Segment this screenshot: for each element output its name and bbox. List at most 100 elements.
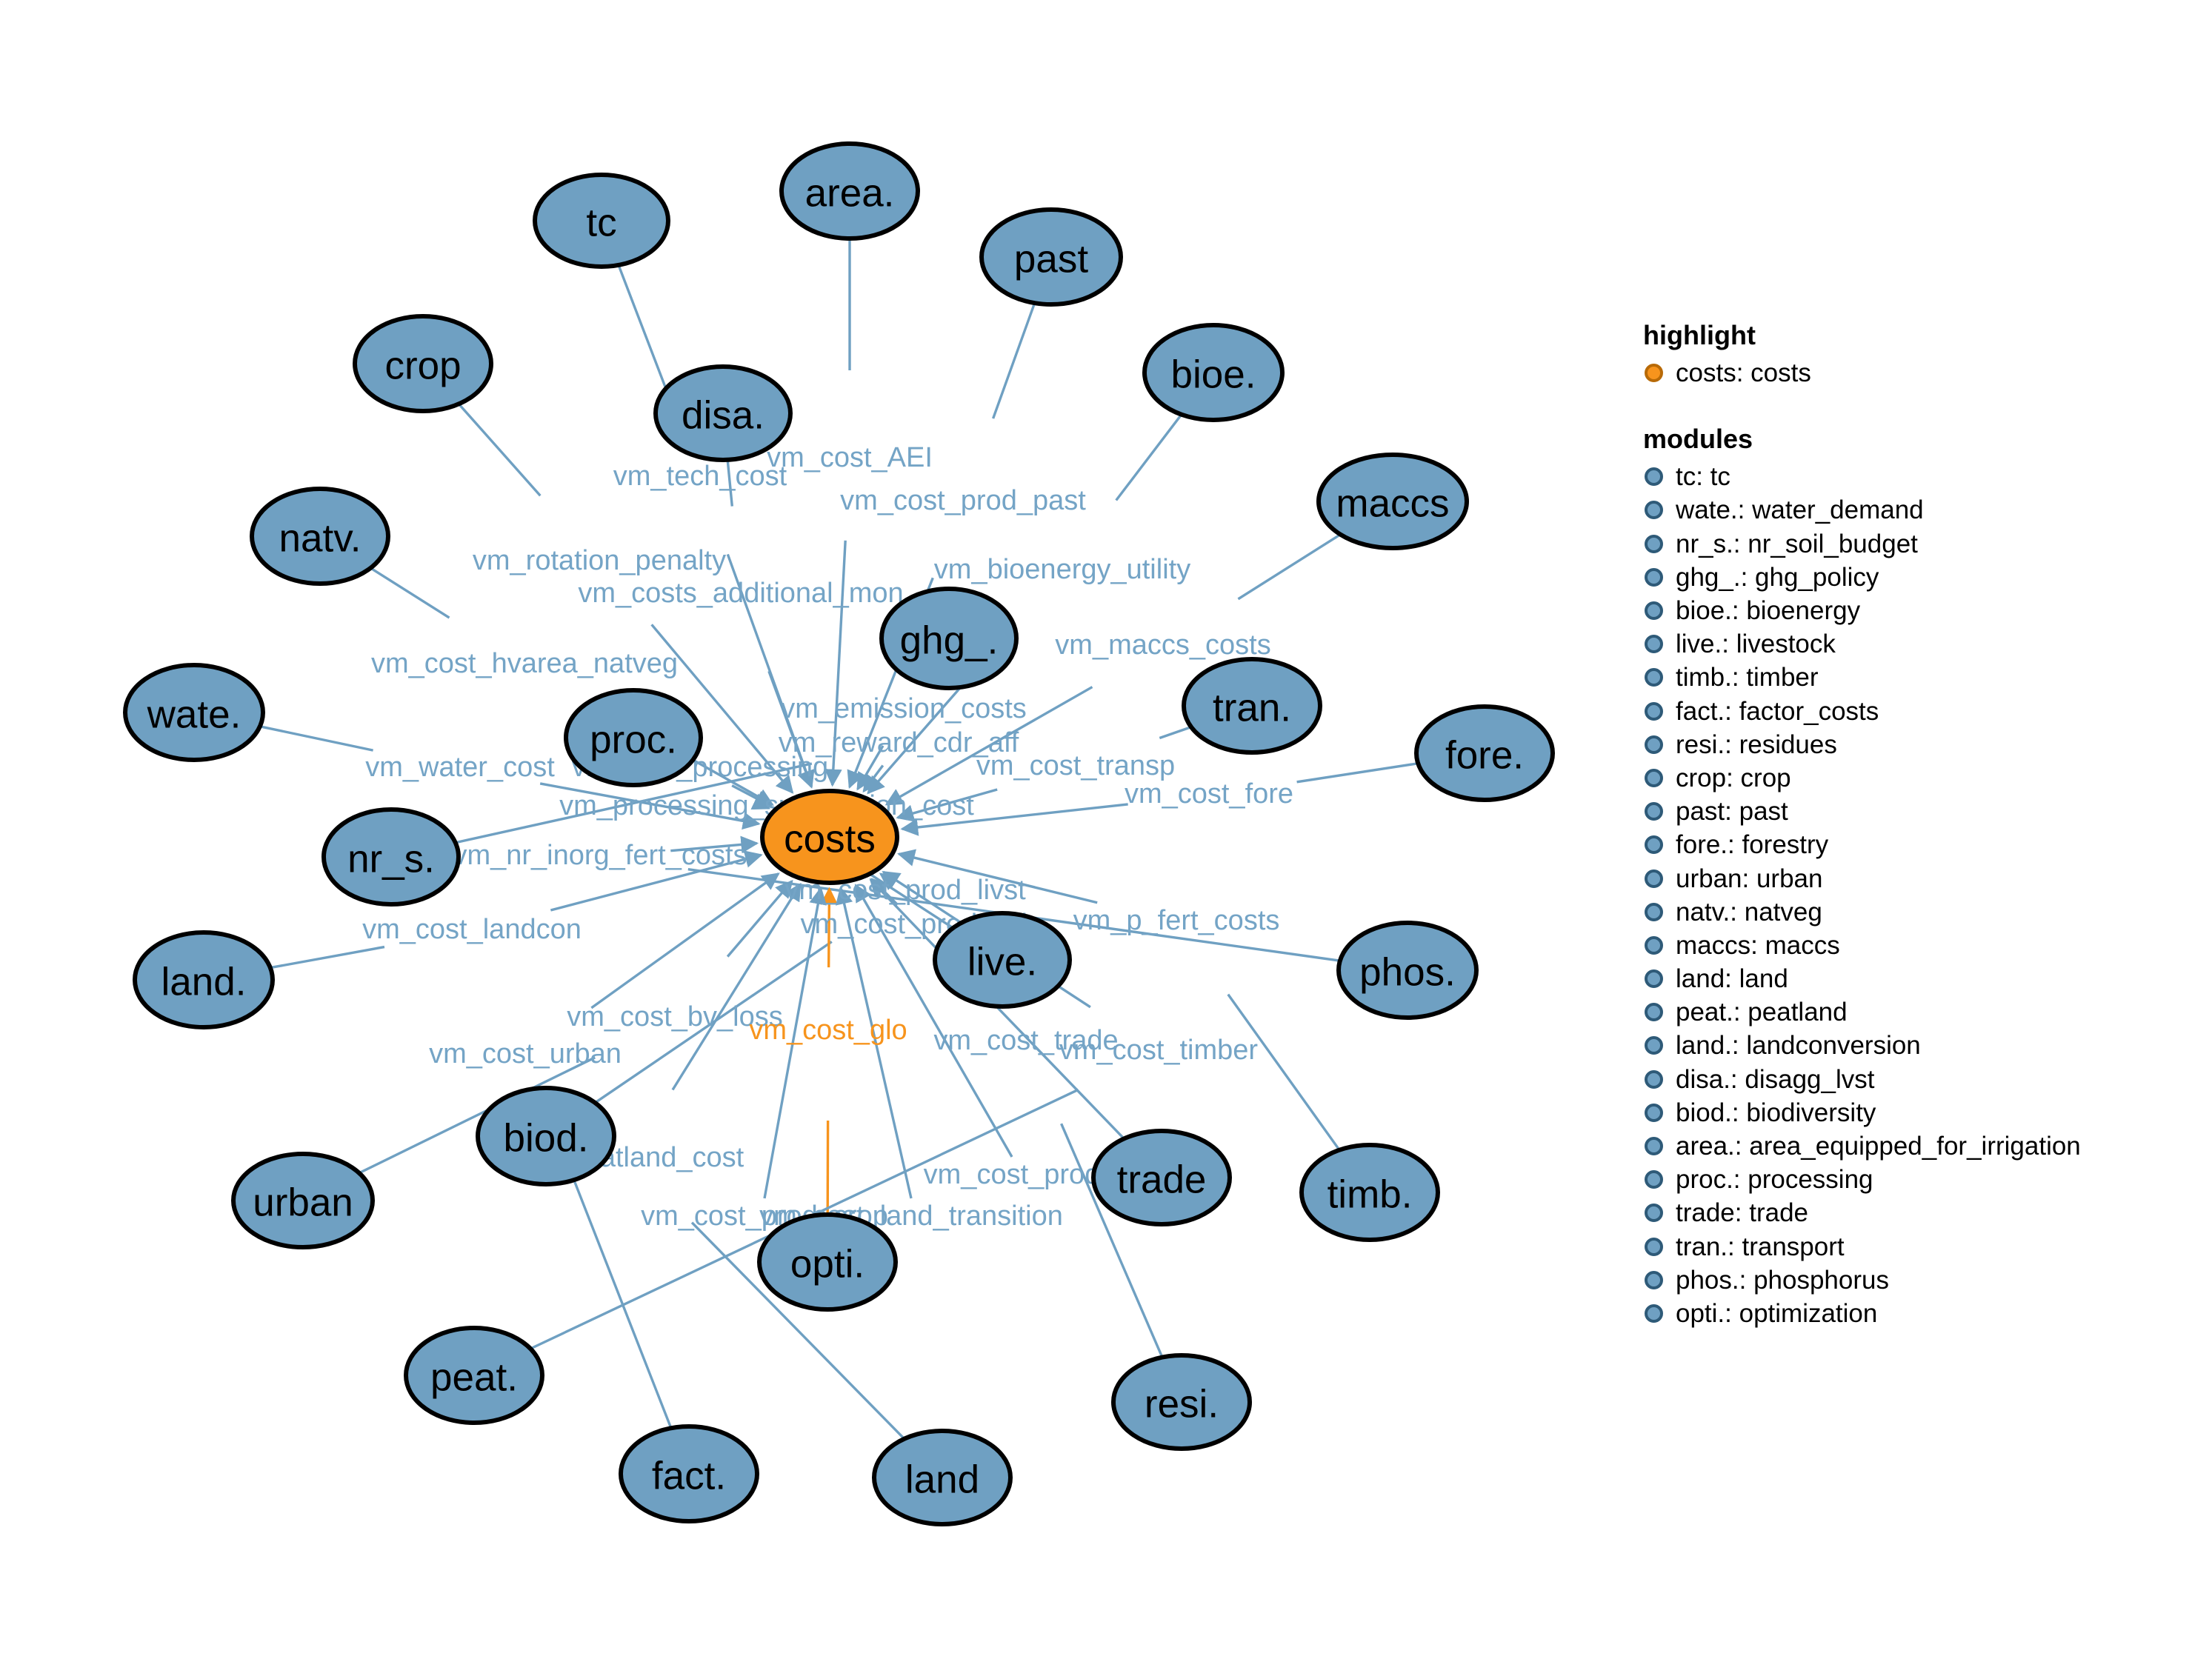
edge-label-vm_p_fert_costs: vm_p_fert_costs [1073, 905, 1280, 936]
legend-item[interactable]: ghg_.: ghg_policy [1643, 561, 2176, 594]
node-tran[interactable]: tran. [1182, 657, 1322, 755]
node-timb[interactable]: timb. [1299, 1143, 1440, 1242]
edge-segment-wate [259, 725, 373, 752]
legend-item-label: urban: urban [1676, 864, 1823, 893]
node-maccs[interactable]: maccs [1316, 453, 1469, 550]
legend-color-dot-icon [1645, 835, 1663, 855]
legend-item[interactable]: live.: livestock [1643, 627, 2176, 661]
node-fact[interactable]: fact. [619, 1424, 759, 1523]
node-trade[interactable]: trade [1091, 1129, 1232, 1226]
legend-item-label: past: past [1676, 797, 1788, 827]
legend-item[interactable]: tc: tc [1643, 460, 2176, 493]
legend-item[interactable]: crop: crop [1643, 761, 2176, 795]
legend-item[interactable]: trade: trade [1643, 1196, 2176, 1229]
edge-label-vm_cost_prod: vm_cost_prod [924, 1159, 1101, 1190]
legend-item-label: timb.: timber [1676, 663, 1819, 692]
node-natv[interactable]: natv. [250, 487, 390, 586]
legend-item[interactable]: costs: costs [1643, 356, 2176, 390]
legend-color-dot-icon [1645, 735, 1663, 754]
legend-item[interactable]: peat.: peatland [1643, 995, 2176, 1029]
edge-segment-tran [1159, 725, 1192, 740]
node-tc[interactable]: tc [533, 173, 670, 269]
node-label-resi: resi. [1145, 1383, 1219, 1426]
edge-arrow-urban [726, 879, 793, 958]
node-nr_s[interactable]: nr_s. [322, 807, 461, 907]
legend-item[interactable]: opti.: optimization [1643, 1297, 2176, 1330]
legend-color-dot-icon [1645, 869, 1663, 888]
node-label-urban: urban [253, 1181, 353, 1225]
legend-item[interactable]: nr_s.: nr_soil_budget [1643, 527, 2176, 561]
node-proc[interactable]: proc. [564, 688, 703, 787]
node-opti[interactable]: opti. [757, 1212, 898, 1312]
node-area[interactable]: area. [779, 141, 920, 241]
legend-item[interactable]: biod.: biodiversity [1643, 1096, 2176, 1129]
legend-item[interactable]: disa.: disagg_lvst [1643, 1063, 2176, 1096]
node-ghg[interactable]: ghg_. [879, 587, 1019, 690]
legend-item[interactable]: past: past [1643, 795, 2176, 828]
legend-color-dot-icon [1645, 467, 1663, 487]
edge-segment-land_ [270, 945, 385, 969]
legend-group-highlight: highlight costs: costs [1643, 318, 2176, 390]
node-wate[interactable]: wate. [123, 663, 265, 762]
node-land_[interactable]: land. [133, 930, 275, 1029]
legend-item[interactable]: area.: area_equipped_for_irrigation [1643, 1129, 2176, 1163]
node-past[interactable]: past [979, 207, 1123, 307]
legend-item[interactable]: fore.: forestry [1643, 828, 2176, 861]
node-label-trade: trade [1117, 1158, 1207, 1202]
node-biod[interactable]: biod. [476, 1086, 616, 1186]
node-label-area: area. [805, 172, 895, 216]
legend-item[interactable]: land.: landconversion [1643, 1029, 2176, 1062]
node-fore[interactable]: fore. [1414, 704, 1555, 802]
edge-segment-crop [458, 403, 542, 497]
legend-item[interactable]: bioe.: bioenergy [1643, 594, 2176, 627]
edge-label-vm_maccs_costs: vm_maccs_costs [1055, 630, 1270, 661]
legend-item-label: phos.: phosphorus [1676, 1265, 1889, 1295]
node-label-land: land [905, 1458, 979, 1502]
edge-label-vm_rotation_penalty: vm_rotation_penalty [473, 545, 726, 576]
node-label-fact: fact. [652, 1455, 726, 1498]
legend-item[interactable]: timb.: timber [1643, 661, 2176, 694]
edge-segment-past [991, 302, 1036, 419]
node-phos[interactable]: phos. [1336, 921, 1479, 1020]
edge-label-vm_bioenergy_utility: vm_bioenergy_utility [934, 554, 1190, 585]
legend-color-dot-icon [1645, 935, 1663, 955]
node-label-live: live. [967, 941, 1037, 984]
legend-color-dot-icon [1645, 1237, 1663, 1256]
node-crop[interactable]: crop [353, 314, 493, 413]
node-urban[interactable]: urban [231, 1152, 375, 1249]
legend-color-dot-icon [1645, 635, 1663, 654]
legend-item[interactable]: fact.: factor_costs [1643, 695, 2176, 728]
legend-item[interactable]: wate.: water_demand [1643, 493, 2176, 527]
legend-item-label: trade: trade [1676, 1198, 1808, 1228]
node-label-land_: land. [161, 961, 247, 1004]
legend-item-label: proc.: processing [1676, 1165, 1873, 1195]
legend-item[interactable]: resi.: residues [1643, 728, 2176, 761]
node-label-phos: phos. [1359, 951, 1456, 995]
legend-item[interactable]: proc.: processing [1643, 1163, 2176, 1196]
edge-label-vm_tech_cost: vm_tech_cost [613, 461, 787, 492]
node-disa[interactable]: disa. [653, 364, 793, 462]
legend-item-label: resi.: residues [1676, 730, 1837, 759]
legend-item[interactable]: urban: urban [1643, 861, 2176, 895]
node-label-biod: biod. [504, 1117, 589, 1161]
node-peat[interactable]: peat. [404, 1326, 544, 1425]
node-label-tran: tran. [1213, 687, 1291, 730]
node-live[interactable]: live. [933, 911, 1072, 1009]
legend-modules-title: modules [1643, 424, 1753, 455]
node-bioe[interactable]: bioe. [1142, 323, 1285, 422]
legend-item[interactable]: maccs: maccs [1643, 929, 2176, 962]
legend-item[interactable]: land: land [1643, 962, 2176, 995]
edge-label-vm_costs_additional_mon: vm_costs_additional_mon [578, 578, 903, 609]
legend-modules-items: tc: tc wate.: water_demand nr_s.: nr_soil_… [1643, 460, 2176, 1330]
node-resi[interactable]: resi. [1111, 1353, 1252, 1451]
legend-color-dot-icon [1645, 364, 1663, 383]
legend-color-dot-icon [1645, 1204, 1663, 1223]
legend-item[interactable]: phos.: phosphorus [1643, 1264, 2176, 1297]
legend-color-dot-icon [1645, 501, 1663, 520]
legend-item-label: nr_s.: nr_soil_budget [1676, 529, 1918, 558]
node-land[interactable]: land [872, 1429, 1013, 1526]
legend-item-label: opti.: optimization [1676, 1298, 1878, 1328]
node-costs-center[interactable]: costs [760, 789, 899, 885]
legend-item[interactable]: natv.: natveg [1643, 895, 2176, 929]
legend-item[interactable]: tran.: transport [1643, 1230, 2176, 1264]
